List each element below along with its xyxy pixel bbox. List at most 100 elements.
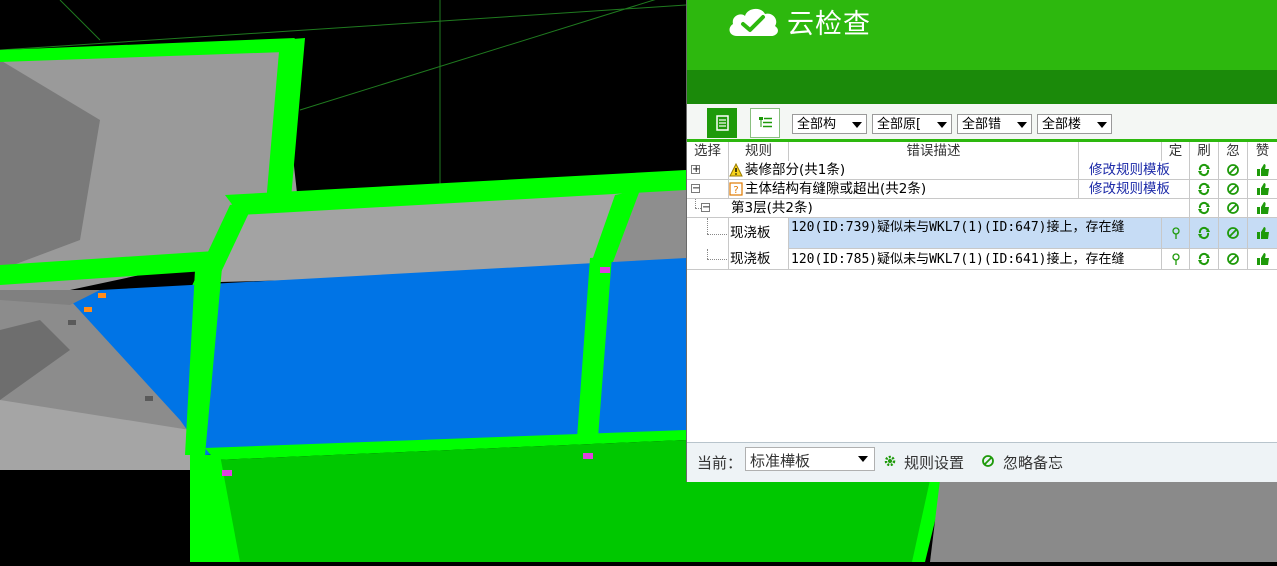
group-row[interactable]: + 装修部分(共1条) 修改规则模板 [687,161,1277,180]
like-cell [1248,218,1277,249]
ignore-icon [982,455,994,467]
beam-front-face [215,440,686,562]
col-rule[interactable]: 规则 [729,142,789,161]
tree-cell [687,218,729,249]
refresh-icon[interactable] [1197,163,1211,177]
refresh-cell [1190,218,1219,249]
rule-settings-link[interactable]: 规则设置 [904,452,964,473]
select-value: 全部构 [797,117,837,132]
thumbs-up-icon[interactable] [1256,182,1270,196]
group-row[interactable]: − ? 主体结构有缝隙或超出(共2条) 修改规则模板 [687,180,1277,199]
chevron-down-icon [937,122,947,128]
chevron-down-icon [858,456,868,462]
refresh-icon[interactable] [1197,182,1211,196]
cloud-check-panel: 云检查 全部构 全部原[ 全部错 全部楼 选择 规则 错误描述 定 刷 忽 赞 … [686,0,1277,482]
tree-view-button[interactable] [750,108,780,138]
floor-group-row[interactable]: − 第3层(共2条) [687,199,1277,218]
ignore-icon[interactable] [1226,226,1240,240]
template-select[interactable]: 标准樺板 [745,447,875,471]
marker [68,320,76,325]
col-select[interactable]: 选择 [687,142,729,161]
locate-pin-icon[interactable] [1169,252,1183,266]
grid-header: 选择 规则 错误描述 定 刷 忽 赞 [687,142,1277,161]
tree-line [707,249,708,259]
group-label: 装修部分(共1条) [745,162,846,178]
floor-filter-select[interactable]: 全部楼 [1037,114,1112,134]
select-value: 全部错 [962,117,1002,132]
edit-template-link[interactable]: 修改规则模板 [1079,180,1190,199]
warning-icon [729,163,743,177]
locate-cell [1162,218,1190,249]
tree-line [707,218,708,234]
ignore-icon[interactable] [1226,252,1240,266]
thumbs-up-icon[interactable] [1256,163,1270,177]
expand-icon[interactable]: + [691,165,700,175]
status-bar: 当前： 标准樺板 规则设置 忽略备忘 [687,442,1277,482]
marker [222,470,232,476]
gear-icon [884,455,896,467]
ignore-cell [1219,249,1248,270]
ignore-cell [1219,180,1248,199]
header-band [687,70,1277,104]
locate-cell [1162,249,1190,270]
collapse-icon[interactable]: − [701,203,710,213]
group-label-cell: ? 主体结构有缝隙或超出(共2条) [729,180,1079,199]
document-icon [716,115,729,131]
thumbs-up-icon[interactable] [1256,226,1270,240]
col-description[interactable]: 错误描述 [789,142,1079,161]
refresh-icon[interactable] [1197,226,1211,240]
ignore-cell [1219,161,1248,180]
ignore-icon[interactable] [1226,182,1240,196]
tree-list-icon [759,117,772,128]
thumbs-up-icon[interactable] [1256,201,1270,215]
question-icon: ? [729,182,743,196]
tree-line [695,199,697,208]
col-like[interactable]: 赞 [1248,142,1277,161]
collapse-icon[interactable]: − [691,184,700,194]
cloud-check-icon [729,8,778,36]
col-ignore[interactable]: 忽 [1219,142,1248,161]
expand-cell: − [687,180,729,199]
refresh-icon[interactable] [1197,252,1211,266]
like-cell [1248,180,1277,199]
refresh-cell [1190,199,1219,218]
current-label: 当前： [697,454,743,472]
description-cell: 120(ID:785)疑似未与WKL7(1)(ID:641)接上，存在缝 [789,249,1162,270]
refresh-icon[interactable] [1197,201,1211,215]
component-filter-select[interactable]: 全部构 [792,114,867,134]
ignore-icon[interactable] [1226,163,1240,177]
rule-cell: 现浇板 [729,249,789,270]
chevron-down-icon [1097,122,1107,128]
ignore-cell [1219,199,1248,218]
select-value: 全部楼 [1042,117,1082,132]
ignore-icon[interactable] [1226,201,1240,215]
ignore-notes-link[interactable]: 忽略备忘 [1003,452,1063,473]
tree-line [707,234,727,235]
description-cell: 120(ID:739)疑似未与WKL7(1)(ID:647)接上，存在缝 [789,218,1162,249]
right-wall [930,480,1277,562]
tree-cell [687,249,729,270]
marker [145,396,153,401]
marker [98,293,106,298]
error-filter-select[interactable]: 全部错 [957,114,1032,134]
edit-template-link[interactable]: 修改规则模板 [1079,161,1190,180]
floor-label-cell: − 第3层(共2条) [687,199,1190,218]
refresh-cell [1190,180,1219,199]
marker [600,267,610,273]
issue-row[interactable]: 现浇板 120(ID:785)疑似未与WKL7(1)(ID:641)接上，存在缝 [687,249,1277,270]
refresh-cell [1190,249,1219,270]
svg-text:?: ? [733,185,738,196]
col-locate[interactable]: 定 [1162,142,1190,161]
marker [84,307,92,312]
like-cell [1248,161,1277,180]
panel-header: 云检查 [687,0,1277,70]
thumbs-up-icon[interactable] [1256,252,1270,266]
chevron-down-icon [1017,122,1027,128]
chevron-down-icon [852,122,862,128]
issue-row[interactable]: 现浇板 120(ID:739)疑似未与WKL7(1)(ID:647)接上，存在缝 [687,218,1277,249]
locate-pin-icon[interactable] [1169,226,1183,240]
reason-filter-select[interactable]: 全部原[ [872,114,952,134]
rule-cell: 现浇板 [729,218,789,249]
list-view-button[interactable] [707,108,737,138]
col-refresh[interactable]: 刷 [1190,142,1219,161]
